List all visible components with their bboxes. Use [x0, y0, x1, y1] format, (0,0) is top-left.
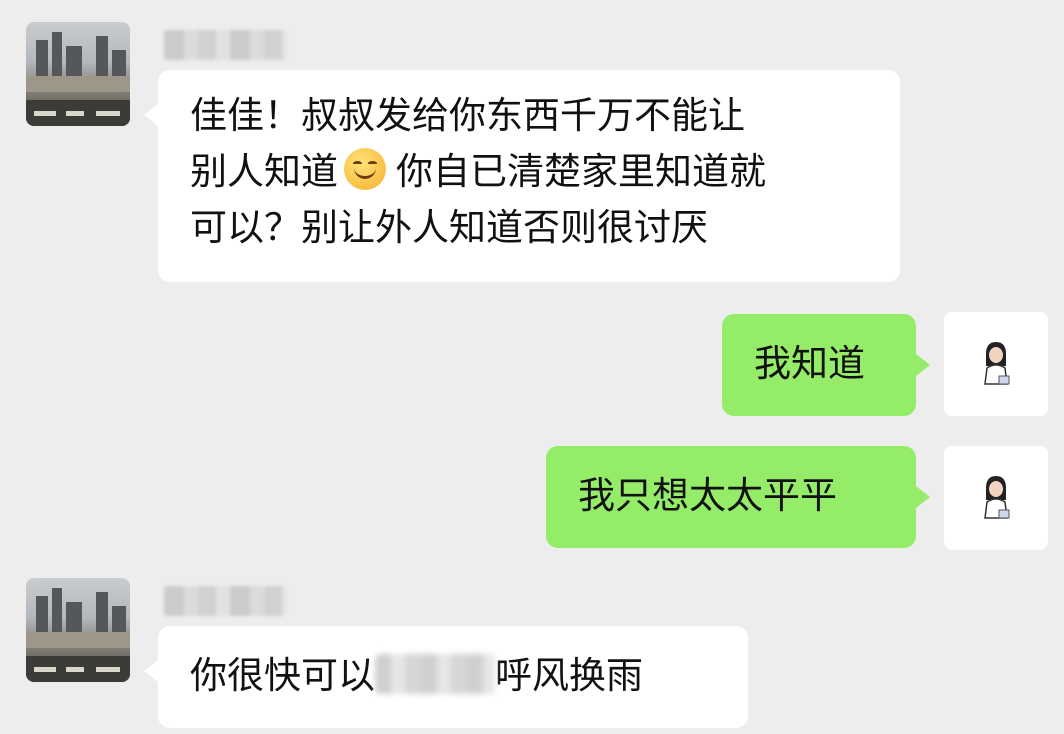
sender-name-redacted: [164, 586, 286, 616]
sender-avatar[interactable]: [26, 22, 130, 126]
my-avatar[interactable]: [944, 446, 1048, 550]
message-bubble-outgoing[interactable]: 我只想太太平平: [546, 446, 930, 548]
girl-avatar-icon: [984, 476, 1010, 519]
girl-avatar-icon: [984, 342, 1010, 385]
message-bubble-incoming[interactable]: 佳佳！叔叔发给你东西千万不能让 别人知道 你自已清楚家里知道就 可以？别让外人知道…: [144, 70, 900, 282]
message-bubble-outgoing[interactable]: 我知道: [722, 314, 930, 416]
redacted-text: [375, 654, 495, 694]
message-text: 你自已清楚家里知道就: [396, 150, 766, 193]
my-avatar[interactable]: [944, 312, 1048, 416]
sender-avatar[interactable]: [26, 578, 130, 682]
message-text: 别人知道: [190, 150, 338, 193]
message-text: 呼风换雨: [495, 654, 643, 697]
message-line: 可以？别让外人知道否则很讨厌: [190, 206, 708, 249]
chat-window: 佳佳！叔叔发给你东西千万不能让 别人知道 你自已清楚家里知道就 可以？别让外人知道…: [0, 0, 1064, 734]
message-line: 别人知道 你自已清楚家里知道就: [190, 144, 874, 200]
smiling-face-icon: [344, 148, 386, 190]
message-text: 你很快可以: [190, 654, 375, 697]
message-text: 我知道: [754, 342, 865, 385]
message-line: 佳佳！叔叔发给你东西千万不能让: [190, 94, 745, 137]
message-text: 我只想太太平平: [578, 474, 837, 517]
message-bubble-incoming[interactable]: 你很快可以 呼风换雨: [144, 626, 748, 728]
sender-name-redacted: [164, 30, 286, 60]
